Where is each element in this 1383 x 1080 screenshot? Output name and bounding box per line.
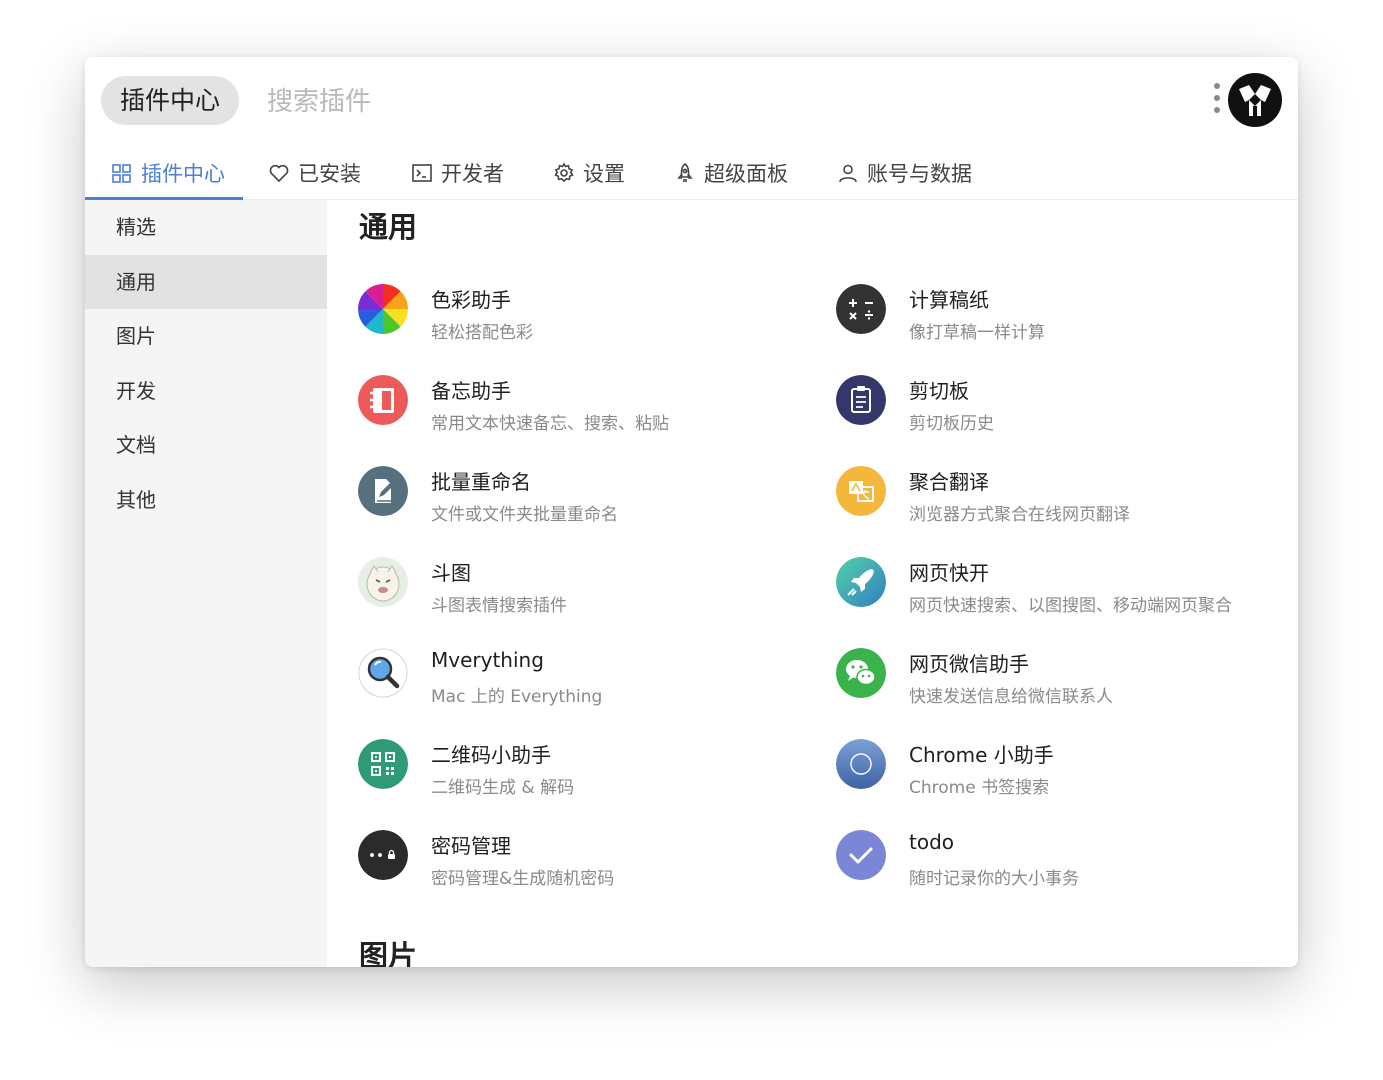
plugin-desc: 密码管理&生成随机密码 bbox=[431, 869, 615, 889]
plugin-item-web-quick-open[interactable]: 网页快开 网页快速搜索、以图搜图、移动端网页聚合 bbox=[836, 557, 1276, 627]
tab-account-data[interactable]: 账号与数据 bbox=[837, 147, 972, 199]
magnifier-icon bbox=[358, 648, 408, 698]
sidebar-item-images[interactable]: 图片 bbox=[85, 309, 327, 364]
user-icon bbox=[839, 164, 857, 183]
sidebar-item-documents[interactable]: 文档 bbox=[85, 418, 327, 473]
plugin-desc: Mac 上的 Everything bbox=[431, 687, 603, 707]
plugin-name: 二维码小助手 bbox=[431, 743, 551, 767]
sidebar-item-development[interactable]: 开发 bbox=[85, 364, 327, 419]
header: 插件中心 bbox=[85, 57, 1298, 147]
tab-label: 账号与数据 bbox=[867, 162, 972, 186]
plugin-item-clipboard[interactable]: 剪切板 剪切板历史 bbox=[836, 375, 1276, 445]
plugin-desc: 快速发送信息给微信联系人 bbox=[909, 687, 1113, 707]
calculator-icon bbox=[836, 284, 886, 334]
plugin-list: 通用 色彩助手 轻松搭配色彩 计算稿纸 像打草稿一样计算 备忘助手 常用文本快速… bbox=[327, 200, 1298, 967]
wechat-icon bbox=[836, 648, 886, 698]
plugin-desc: Chrome 书签搜索 bbox=[909, 778, 1050, 798]
section-title: 通用 bbox=[359, 210, 418, 244]
sidebar-item-other[interactable]: 其他 bbox=[85, 473, 327, 528]
plugin-item-password-manager[interactable]: 密码管理 密码管理&生成随机密码 bbox=[358, 830, 798, 900]
sidebar-item-featured[interactable]: 精选 bbox=[85, 200, 327, 255]
check-icon bbox=[836, 830, 886, 880]
plugin-name: 聚合翻译 bbox=[909, 470, 989, 494]
plugin-desc: 浏览器方式聚合在线网页翻译 bbox=[909, 505, 1130, 525]
tab-plugin-center[interactable]: 插件中心 bbox=[111, 147, 225, 199]
plugin-name: Chrome 小助手 bbox=[909, 743, 1054, 767]
tab-label: 超级面板 bbox=[704, 162, 788, 186]
tab-developer[interactable]: 开发者 bbox=[411, 147, 504, 199]
plugin-desc: 二维码生成 & 解码 bbox=[431, 778, 575, 798]
memo-icon bbox=[358, 375, 408, 425]
plugin-desc: 剪切板历史 bbox=[909, 414, 994, 434]
plugin-item-calc-paper[interactable]: 计算稿纸 像打草稿一样计算 bbox=[836, 284, 1276, 354]
plugin-name: 备忘助手 bbox=[431, 379, 511, 403]
plugin-item-chrome-helper[interactable]: Chrome 小助手 Chrome 书签搜索 bbox=[836, 739, 1276, 809]
plugin-item-todo[interactable]: todo 随时记录你的大小事务 bbox=[836, 830, 1276, 900]
heart-icon bbox=[269, 164, 289, 183]
grid-icon bbox=[112, 164, 131, 183]
plugin-item-qrcode-helper[interactable]: 二维码小助手 二维码生成 & 解码 bbox=[358, 739, 798, 809]
plugin-name: 计算稿纸 bbox=[909, 288, 989, 312]
clipboard-icon bbox=[836, 375, 886, 425]
rocket-icon bbox=[677, 162, 693, 182]
plugin-item-web-wechat[interactable]: 网页微信助手 快速发送信息给微信联系人 bbox=[836, 648, 1276, 718]
plugin-name: 网页微信助手 bbox=[909, 652, 1029, 676]
plugin-desc: 随时记录你的大小事务 bbox=[909, 869, 1079, 889]
tab-label: 已安装 bbox=[298, 162, 361, 186]
plugin-name: 斗图 bbox=[431, 561, 471, 585]
plugin-item-color-helper[interactable]: 色彩助手 轻松搭配色彩 bbox=[358, 284, 798, 354]
plugin-item-aggregate-translate[interactable]: 聚合翻译 浏览器方式聚合在线网页翻译 bbox=[836, 466, 1276, 536]
tab-label: 开发者 bbox=[441, 162, 504, 186]
rename-icon bbox=[358, 466, 408, 516]
translate-icon bbox=[836, 466, 886, 516]
plugin-desc: 网页快速搜索、以图搜图、移动端网页聚合 bbox=[909, 596, 1232, 616]
plugin-item-mverything[interactable]: Mverything Mac 上的 Everything bbox=[358, 648, 798, 718]
plugin-name: 网页快开 bbox=[909, 561, 989, 585]
plugin-desc: 像打草稿一样计算 bbox=[909, 323, 1045, 343]
tab-label: 设置 bbox=[583, 162, 625, 186]
plugin-center-pill[interactable]: 插件中心 bbox=[101, 76, 240, 125]
terminal-icon bbox=[412, 164, 432, 182]
plugin-name: Mverything bbox=[431, 648, 544, 672]
more-options-icon[interactable] bbox=[1207, 83, 1227, 119]
plugin-center-window: 插件中心 插件中心 已安装 bbox=[85, 57, 1298, 967]
plugin-name: 密码管理 bbox=[431, 834, 511, 858]
plugin-desc: 常用文本快速备忘、搜索、粘贴 bbox=[431, 414, 669, 434]
plugin-desc: 斗图表情搜索插件 bbox=[431, 596, 567, 616]
app-logo-icon[interactable] bbox=[1227, 72, 1283, 128]
sidebar-item-general[interactable]: 通用 bbox=[85, 254, 327, 310]
plugin-name: todo bbox=[909, 830, 955, 854]
plugin-desc: 轻松搭配色彩 bbox=[431, 323, 533, 343]
plugin-name: 剪切板 bbox=[909, 379, 969, 403]
section-title: 图片 bbox=[359, 939, 418, 967]
plugin-desc: 文件或文件夹批量重命名 bbox=[431, 505, 618, 525]
web-rocket-icon bbox=[836, 557, 886, 607]
chrome-icon bbox=[836, 739, 886, 789]
password-icon bbox=[358, 830, 408, 880]
tab-label: 插件中心 bbox=[141, 162, 225, 186]
gear-icon bbox=[554, 162, 574, 183]
meme-face-icon bbox=[358, 557, 408, 607]
plugin-name: 批量重命名 bbox=[431, 470, 531, 494]
tab-bar: 插件中心 已安装 开发者 设置 超级面板 账号与数据 bbox=[85, 147, 1298, 200]
tab-settings[interactable]: 设置 bbox=[553, 147, 625, 199]
plugin-item-meme[interactable]: 斗图 斗图表情搜索插件 bbox=[358, 557, 798, 627]
plugin-item-batch-rename[interactable]: 批量重命名 文件或文件夹批量重命名 bbox=[358, 466, 798, 536]
qrcode-icon bbox=[358, 739, 408, 789]
plugin-item-memo-helper[interactable]: 备忘助手 常用文本快速备忘、搜索、粘贴 bbox=[358, 375, 798, 445]
color-wheel-icon bbox=[358, 284, 408, 334]
tab-super-panel[interactable]: 超级面板 bbox=[674, 147, 788, 199]
search-input[interactable] bbox=[265, 77, 869, 127]
category-sidebar: 精选 通用 图片 开发 文档 其他 bbox=[85, 200, 327, 967]
tab-installed[interactable]: 已安装 bbox=[268, 147, 361, 199]
plugin-name: 色彩助手 bbox=[431, 288, 511, 312]
